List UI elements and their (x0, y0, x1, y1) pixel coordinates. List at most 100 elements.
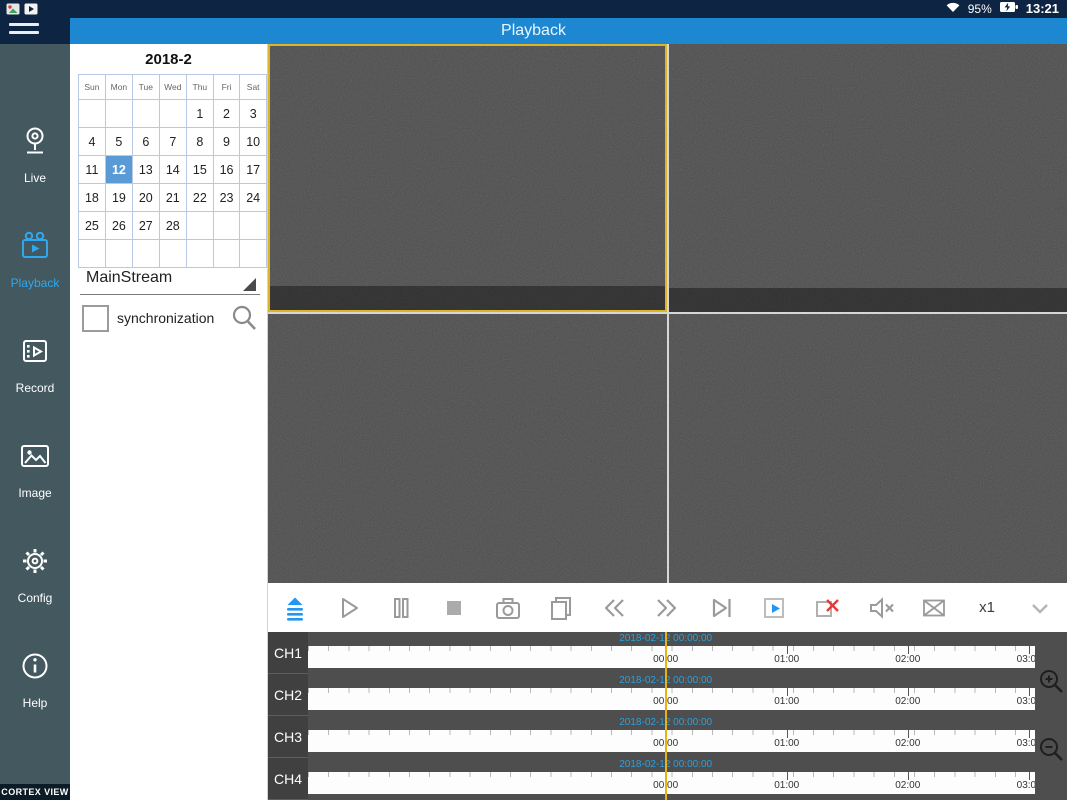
calendar-day-cell[interactable]: 26 (105, 212, 132, 240)
snapshot-button[interactable] (481, 583, 534, 632)
calendar-day-cell[interactable]: 1 (186, 100, 213, 128)
calendar-day-cell[interactable]: 12 (105, 156, 132, 184)
notification-photo-icon (6, 2, 20, 20)
fast-forward-button[interactable] (641, 583, 694, 632)
calendar-day-cell[interactable]: 5 (105, 128, 132, 156)
calendar-day-cell (213, 212, 240, 240)
next-frame-icon (707, 594, 735, 622)
calendar-day-cell[interactable]: 11 (79, 156, 106, 184)
ruler-hour-tick (1029, 772, 1030, 780)
sidebar-item-label: Help (23, 696, 48, 710)
play-button[interactable] (321, 583, 374, 632)
menu-bar-line (9, 23, 39, 26)
calendar-day-cell[interactable]: 23 (213, 184, 240, 212)
timeline-row: CH42018-02-12 00:00:0000:0001:0002:0003:… (268, 758, 1067, 800)
sidebar-item-config[interactable]: Config (0, 530, 70, 618)
ruler-hour-label: 02:00 (895, 654, 920, 665)
ruler-hour-label: 01:00 (774, 738, 799, 749)
synchronization-checkbox[interactable] (82, 305, 109, 332)
video-osd-bar (669, 288, 1067, 312)
sidebar-item-live[interactable]: Live (0, 110, 70, 198)
calendar-day-cell (159, 100, 186, 128)
timeline-ruler[interactable]: 00:0001:0002:0003:00 (308, 646, 1035, 668)
video-osd-bar (270, 286, 665, 310)
next-frame-button[interactable] (694, 583, 747, 632)
calendar-day-cell[interactable]: 3 (240, 100, 267, 128)
calendar-day-cell[interactable]: 28 (159, 212, 186, 240)
zoom-out-button[interactable] (1038, 736, 1065, 763)
record-clip-button[interactable] (534, 583, 587, 632)
calendar-day-cell (79, 240, 106, 268)
stop-button[interactable] (428, 583, 481, 632)
video-pane-1-selected[interactable] (268, 44, 667, 312)
calendar-day-cell (105, 240, 132, 268)
calendar-day-cell[interactable]: 10 (240, 128, 267, 156)
collapse-controls-button[interactable] (1014, 583, 1067, 632)
calendar-day-cell[interactable]: 7 (159, 128, 186, 156)
calendar-day-cell[interactable]: 18 (79, 184, 106, 212)
channel-label: CH1 (268, 632, 308, 674)
calendar-day-cell[interactable]: 16 (213, 156, 240, 184)
ruler-hour-tick (787, 730, 788, 738)
calendar-day-cell[interactable]: 21 (159, 184, 186, 212)
sidebar-item-record[interactable]: Record (0, 320, 70, 408)
calendar-day-cell (213, 240, 240, 268)
sidebar-item-playback[interactable]: Playback (0, 215, 70, 303)
video-pane-3[interactable] (268, 314, 667, 583)
playhead-cursor[interactable] (665, 632, 667, 800)
battery-charging-icon (999, 0, 1019, 18)
battery-percent: 95% (968, 0, 992, 18)
close-channel-button[interactable] (801, 583, 854, 632)
close-red-x-icon (813, 594, 841, 622)
calendar-day-cell (240, 240, 267, 268)
play-icon (334, 594, 362, 622)
calendar-day-cell[interactable]: 15 (186, 156, 213, 184)
calendar-day-cell[interactable]: 8 (186, 128, 213, 156)
calendar-day-cell[interactable]: 13 (132, 156, 159, 184)
camera-icon (494, 594, 522, 622)
storage-eject-button[interactable] (268, 583, 321, 632)
calendar-day-cell[interactable]: 20 (132, 184, 159, 212)
fullscreen-stretch-button[interactable] (907, 583, 960, 632)
sidebar-item-label: Image (18, 486, 51, 500)
single-frame-play-button[interactable] (747, 583, 800, 632)
calendar-day-cell[interactable]: 6 (132, 128, 159, 156)
search-button[interactable] (228, 302, 260, 334)
calendar-day-cell[interactable]: 24 (240, 184, 267, 212)
calendar-day-cell[interactable]: 9 (213, 128, 240, 156)
pause-button[interactable] (375, 583, 428, 632)
calendar-day-cell[interactable]: 2 (213, 100, 240, 128)
speaker-mute-icon (867, 594, 895, 622)
rewind-button[interactable] (588, 583, 641, 632)
ruler-hour-tick (908, 646, 909, 654)
timeline-ruler[interactable]: 00:0001:0002:0003:00 (308, 688, 1035, 710)
calendar-day-cell[interactable]: 22 (186, 184, 213, 212)
calendar-day-cell[interactable]: 17 (240, 156, 267, 184)
calendar-day-cell[interactable]: 25 (79, 212, 106, 240)
calendar-day-header: Sat (240, 75, 267, 100)
menu-button[interactable] (9, 23, 39, 39)
video-pane-4[interactable] (669, 314, 1067, 583)
mute-button[interactable] (854, 583, 907, 632)
wifi-icon (945, 0, 961, 18)
timeline-ruler[interactable]: 00:0001:0002:0003:00 (308, 772, 1035, 794)
sidebar-item-help[interactable]: Help (0, 635, 70, 723)
calendar-day-cell[interactable]: 27 (132, 212, 159, 240)
calendar-day-cell[interactable]: 19 (105, 184, 132, 212)
video-pane-2[interactable] (669, 44, 1067, 312)
ruler-hour-tick (908, 688, 909, 696)
calendar-day-cell (105, 100, 132, 128)
sidebar: Live Playback (0, 44, 70, 800)
playback-speed-button[interactable]: x1 (960, 583, 1013, 632)
status-bar: 95% 13:21 (0, 0, 1067, 18)
ruler-hour-label: 03:00 (1017, 738, 1035, 749)
speed-label: x1 (979, 599, 995, 616)
sidebar-item-image[interactable]: Image (0, 425, 70, 513)
calendar-day-cell[interactable]: 14 (159, 156, 186, 184)
info-icon (17, 648, 53, 689)
zoom-in-button[interactable] (1038, 668, 1065, 695)
timeline-ruler[interactable]: 00:0001:0002:0003:00 (308, 730, 1035, 752)
calendar-day-cell[interactable]: 4 (79, 128, 106, 156)
stream-selector[interactable]: MainStream (80, 266, 260, 295)
timeline-zoom-column (1035, 632, 1067, 800)
